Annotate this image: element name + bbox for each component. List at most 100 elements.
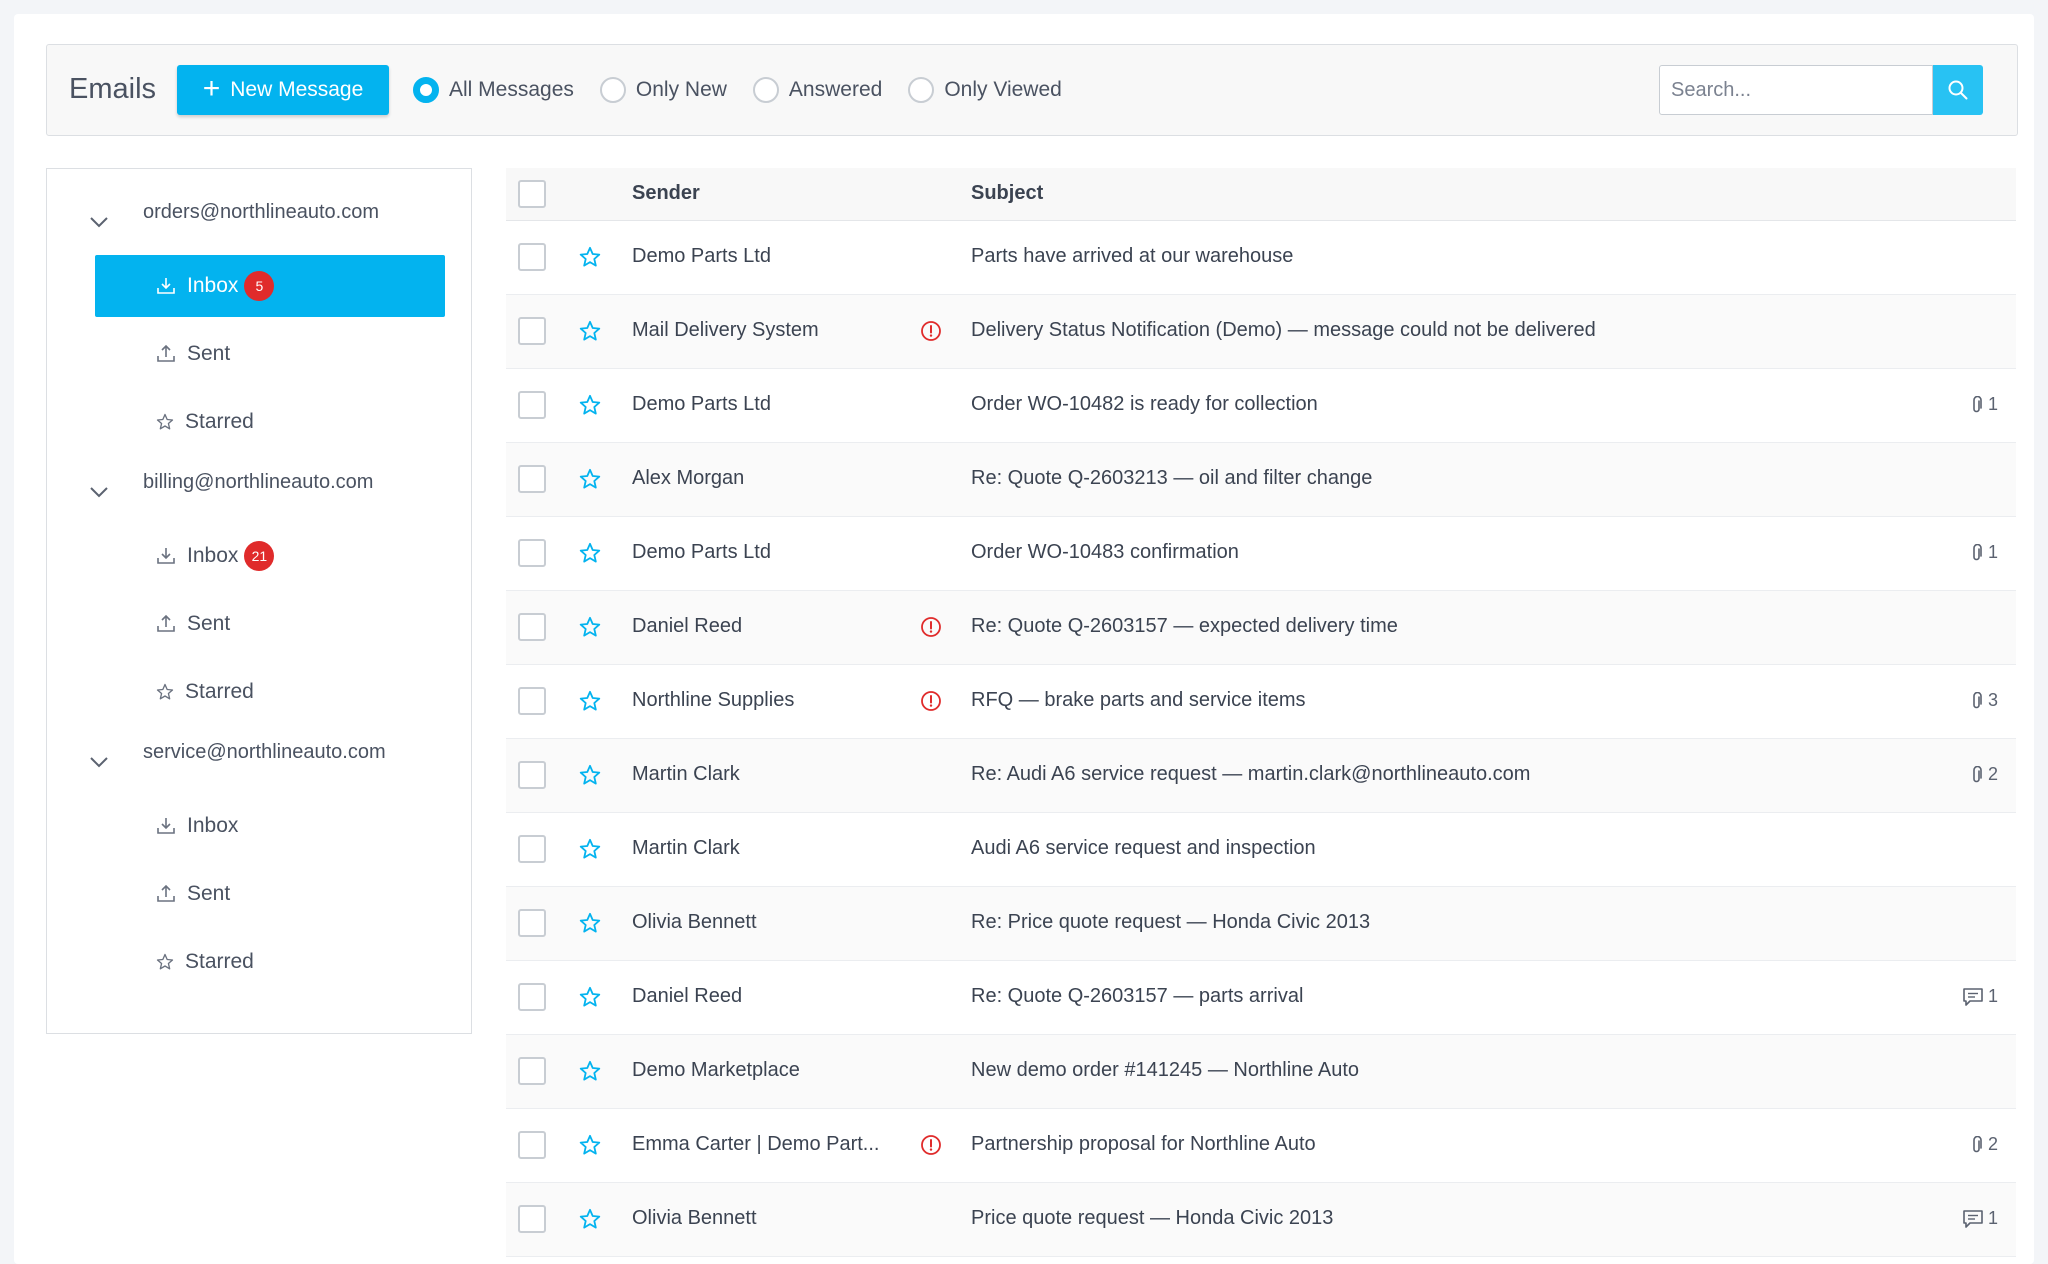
search-button[interactable] xyxy=(1933,65,1983,115)
subject-cell: Re: Audi A6 service request — martin.cla… xyxy=(971,763,1531,785)
row-checkbox[interactable] xyxy=(518,983,546,1011)
star-toggle[interactable] xyxy=(578,763,602,792)
filter-option-all-messages[interactable]: All Messages xyxy=(413,77,574,103)
star-toggle[interactable] xyxy=(578,393,602,422)
table-row[interactable]: Daniel Reed Re: Quote Q-2603157 — parts a… xyxy=(506,961,2016,1035)
star-toggle[interactable] xyxy=(578,689,602,718)
table-row[interactable]: Demo Parts Ltd Parts have arrived at our … xyxy=(506,221,2016,295)
table-row[interactable]: Demo Marketplace New demo order #141245 —… xyxy=(506,1035,2016,1109)
column-header-sender: Sender xyxy=(632,182,700,204)
row-checkbox[interactable] xyxy=(518,613,546,641)
sidebar-item-sent[interactable]: Sent xyxy=(95,863,445,925)
row-meta: 1 xyxy=(1962,986,1998,1007)
star-toggle[interactable] xyxy=(578,319,602,348)
sidebar-item-starred[interactable]: Starred xyxy=(95,661,445,723)
folder-icon-wrap xyxy=(155,952,175,972)
alert-indicator xyxy=(920,1134,942,1161)
alert-icon xyxy=(921,321,941,341)
table-row[interactable]: Mail Delivery System Delivery Status Noti… xyxy=(506,295,2016,369)
table-row[interactable]: Daniel Reed Re: Quote Q-2603157 — expecte… xyxy=(506,591,2016,665)
table-row[interactable]: Demo Parts Ltd Order WO-10482 is ready fo… xyxy=(506,369,2016,443)
chevron-down-icon xyxy=(90,757,108,768)
folder-icon-wrap xyxy=(155,682,175,702)
star-toggle[interactable] xyxy=(578,1059,602,1088)
star-toggle[interactable] xyxy=(578,615,602,644)
star-toggle[interactable] xyxy=(578,1133,602,1162)
row-checkbox[interactable] xyxy=(518,465,546,493)
star-toggle[interactable] xyxy=(578,541,602,570)
table-row[interactable]: Emma Carter | Demo Part... Partnership pr… xyxy=(506,1109,2016,1183)
subject-cell: Re: Quote Q-2603213 — oil and filter cha… xyxy=(971,467,1373,489)
row-meta: 2 xyxy=(1970,1134,1998,1155)
unread-count-badge: 21 xyxy=(244,541,275,571)
filter-option-answered[interactable]: Answered xyxy=(752,77,882,103)
new-message-button[interactable]: + New Message xyxy=(177,65,389,115)
message-list: Sender Subject Demo Parts Ltd Parts have … xyxy=(506,168,2016,1257)
star-icon xyxy=(579,616,601,637)
sidebar-item-sent[interactable]: Sent xyxy=(95,593,445,655)
account-toggle[interactable] xyxy=(89,215,109,233)
sender-cell: Demo Parts Ltd xyxy=(632,393,771,415)
star-toggle[interactable] xyxy=(578,985,602,1014)
filter-option-only-new[interactable]: Only New xyxy=(599,77,727,103)
star-toggle[interactable] xyxy=(578,467,602,496)
sender-cell: Daniel Reed xyxy=(632,985,743,1007)
table-row[interactable]: Northline Supplies RFQ — brake parts and … xyxy=(506,665,2016,739)
row-meta-count: 1 xyxy=(1987,542,1998,562)
radio-circle xyxy=(413,77,439,103)
row-checkbox[interactable] xyxy=(518,317,546,345)
account-toggle[interactable] xyxy=(89,485,109,503)
row-checkbox[interactable] xyxy=(518,1057,546,1085)
sidebar-item-sent[interactable]: Sent xyxy=(95,323,445,385)
row-meta: 1 xyxy=(1970,542,1998,563)
row-checkbox[interactable] xyxy=(518,1131,546,1159)
star-icon xyxy=(156,413,174,430)
sidebar-item-inbox[interactable]: Inbox xyxy=(95,795,445,857)
row-checkbox[interactable] xyxy=(518,761,546,789)
table-row[interactable]: Olivia Bennett Price quote request — Hond… xyxy=(506,1183,2016,1257)
star-icon xyxy=(579,986,601,1007)
row-meta: 1 xyxy=(1962,1208,1998,1229)
sender-cell: Martin Clark xyxy=(632,763,740,785)
search-icon xyxy=(1948,80,1968,100)
row-checkbox[interactable] xyxy=(518,687,546,715)
subject-cell: RFQ — brake parts and service items xyxy=(971,689,1306,711)
star-toggle[interactable] xyxy=(578,911,602,940)
row-checkbox[interactable] xyxy=(518,539,546,567)
radio-circle xyxy=(908,77,935,103)
sidebar-item-inbox[interactable]: Inbox 5 xyxy=(95,255,445,317)
subject-cell: Re: Quote Q-2603157 — parts arrival xyxy=(971,985,1304,1007)
folder-icon-wrap xyxy=(155,343,177,365)
sidebar-item-starred[interactable]: Starred xyxy=(95,391,445,453)
row-checkbox[interactable] xyxy=(518,1205,546,1233)
star-toggle[interactable] xyxy=(578,837,602,866)
star-icon xyxy=(579,468,601,489)
alert-indicator xyxy=(920,690,942,717)
account-toggle[interactable] xyxy=(89,755,109,773)
sidebar-item-inbox[interactable]: Inbox 21 xyxy=(95,525,445,587)
row-checkbox[interactable] xyxy=(518,909,546,937)
table-row[interactable]: Demo Parts Ltd Order WO-10483 confirmatio… xyxy=(506,517,2016,591)
filter-option-only-viewed[interactable]: Only Viewed xyxy=(908,77,1062,103)
mailbox-sidebar: orders@northlineauto.com Inbox 5 Sent Starre… xyxy=(46,168,472,1034)
row-meta-count: 1 xyxy=(1987,394,1998,414)
folder-label: Starred xyxy=(185,410,254,433)
table-row[interactable]: Martin Clark Audi A6 service request and … xyxy=(506,813,2016,887)
table-row[interactable]: Martin Clark Re: Audi A6 service request … xyxy=(506,739,2016,813)
folder-label: Sent xyxy=(187,882,231,905)
table-row[interactable]: Olivia Bennett Re: Price quote request — … xyxy=(506,887,2016,961)
account-email: billing@northlineauto.com xyxy=(143,471,374,493)
sender-cell: Demo Parts Ltd xyxy=(632,245,771,267)
select-all-checkbox[interactable] xyxy=(518,180,546,208)
star-toggle[interactable] xyxy=(578,245,602,274)
row-checkbox[interactable] xyxy=(518,243,546,271)
row-meta-count: 3 xyxy=(1987,690,1998,710)
unread-count-badge: 5 xyxy=(244,271,275,301)
sidebar-item-starred[interactable]: Starred xyxy=(95,931,445,993)
subject-cell: Partnership proposal for Northline Auto xyxy=(971,1133,1316,1155)
table-row[interactable]: Alex Morgan Re: Quote Q-2603213 — oil and… xyxy=(506,443,2016,517)
star-toggle[interactable] xyxy=(578,1207,602,1236)
row-checkbox[interactable] xyxy=(518,391,546,419)
row-checkbox[interactable] xyxy=(518,835,546,863)
search-input[interactable]: Search... xyxy=(1659,65,1933,115)
